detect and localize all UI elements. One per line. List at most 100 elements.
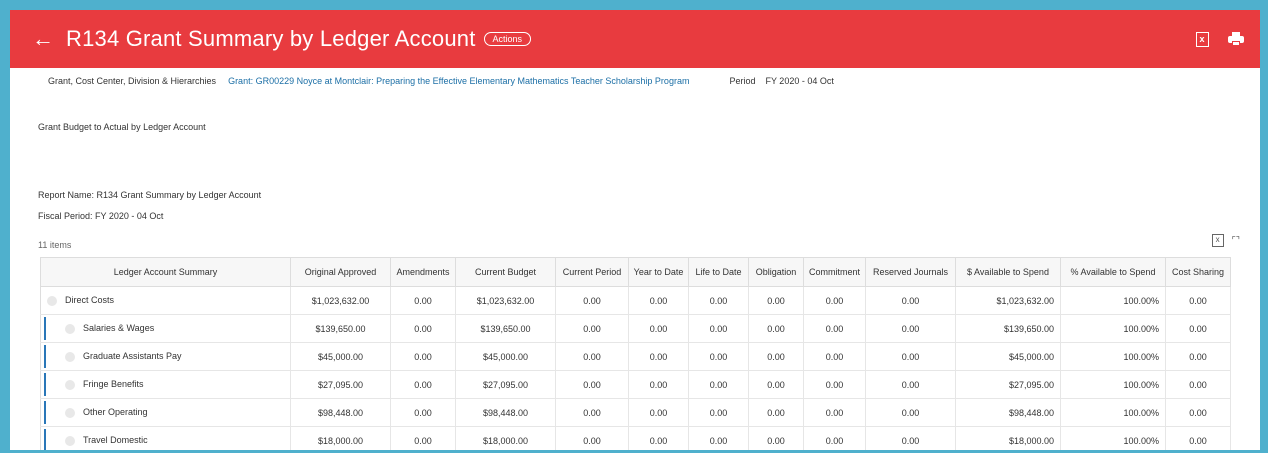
ltd-cell: 0.00 [688,314,749,343]
cost-sharing-cell: 0.00 [1165,426,1231,450]
column-header[interactable]: $ Available to Spend [955,257,1061,287]
expand-toggle-icon[interactable] [65,379,75,390]
current-budget-cell[interactable]: $98,448.00 [455,398,556,427]
reserved-cell[interactable]: 0.00 [865,342,956,371]
column-header[interactable]: % Available to Spend [1060,257,1166,287]
report-subtitle: Grant Budget to Actual by Ledger Account [38,122,206,132]
ledger-account-cell: Graduate Assistants Pay [40,342,291,371]
fullscreen-expand-icon[interactable]: ⌜⌝ [1232,235,1240,246]
amendments-cell: 0.00 [390,286,456,315]
table-row[interactable]: Travel Domestic $18,000.00 0.00 $18,000.00 0… [40,426,1231,450]
obligation-cell: 0.00 [748,342,804,371]
current-period-cell: 0.00 [555,426,629,450]
expand-toggle-icon[interactable] [65,407,75,418]
period-filter-value: FY 2020 - 04 Oct [765,76,834,86]
column-header[interactable]: Reserved Journals [865,257,956,287]
commitment-cell: 0.00 [803,398,866,427]
report-header: ← R134 Grant Summary by Ledger Account A… [10,10,1260,68]
pct-cell: 100.00% [1060,286,1166,315]
table-row[interactable]: Salaries & Wages $139,650.00 0.00 $139,650.… [40,314,1231,343]
reserved-cell[interactable]: 0.00 [865,286,956,315]
current-period-cell: 0.00 [555,342,629,371]
expand-toggle-icon[interactable] [47,295,57,306]
table-row[interactable]: Direct Costs $1,023,632.00 0.00 $1,023,632.… [40,286,1231,315]
back-arrow-icon[interactable]: ← [32,26,54,52]
commitment-cell: 0.00 [803,314,866,343]
table-row[interactable]: Fringe Benefits $27,095.00 0.00 $27,095.00 0… [40,370,1231,399]
current-budget-cell[interactable]: $139,650.00 [455,314,556,343]
avail-cell: $139,650.00 [955,314,1061,343]
ltd-cell: 0.00 [688,370,749,399]
ledger-account-name: Graduate Assistants Pay [83,351,182,362]
ledger-summary-table: Ledger Account Summary Original Approved A… [40,257,1231,450]
column-header[interactable]: Year to Date [628,257,689,287]
column-header[interactable]: Ledger Account Summary [40,257,291,287]
original-cell[interactable]: $18,000.00 [290,426,391,450]
ytd-cell: 0.00 [628,286,689,315]
obligation-cell: 0.00 [748,426,804,450]
ltd-cell: 0.00 [688,426,749,450]
column-header[interactable]: Amendments [390,257,456,287]
current-budget-cell[interactable]: $27,095.00 [455,370,556,399]
report-name: Report Name: R134 Grant Summary by Ledge… [38,190,262,200]
cost-sharing-cell: 0.00 [1165,370,1231,399]
original-cell[interactable]: $98,448.00 [290,398,391,427]
ledger-account-cell: Fringe Benefits [40,370,291,399]
original-cell[interactable]: $1,023,632.00 [290,286,391,315]
cost-sharing-cell: 0.00 [1165,286,1231,315]
amendments-cell: 0.00 [390,398,456,427]
printer-glyph [1228,32,1244,46]
obligation-cell: 0.00 [748,286,804,315]
expand-toggle-icon[interactable] [65,351,75,362]
ledger-account-name: Travel Domestic [83,435,148,446]
table-header-row: Ledger Account Summary Original Approved A… [40,257,1231,287]
current-period-cell: 0.00 [555,398,629,427]
column-header[interactable]: Original Approved [290,257,391,287]
reserved-cell[interactable]: 0.00 [865,314,956,343]
current-budget-cell[interactable]: $18,000.00 [455,426,556,450]
filter-bar: Grant, Cost Center, Division & Hierarchi… [10,68,1260,94]
printer-icon[interactable] [1226,29,1246,49]
ledger-account-cell: Salaries & Wages [40,314,291,343]
avail-cell: $27,095.00 [955,370,1061,399]
ledger-account-cell: Travel Domestic [40,426,291,450]
original-cell[interactable]: $27,095.00 [290,370,391,399]
current-period-cell: 0.00 [555,314,629,343]
current-budget-cell[interactable]: $45,000.00 [455,342,556,371]
pct-cell: 100.00% [1060,314,1166,343]
table-toolbar: x ⌜⌝ [1211,234,1240,247]
original-cell[interactable]: $139,650.00 [290,314,391,343]
grant-filter-value-link[interactable]: Grant: GR00229 Noyce at Montclair: Prepa… [228,76,689,86]
current-period-cell: 0.00 [555,286,629,315]
original-cell[interactable]: $45,000.00 [290,342,391,371]
commitment-cell: 0.00 [803,342,866,371]
ledger-account-name: Salaries & Wages [83,323,155,334]
commitment-cell: 0.00 [803,370,866,399]
ytd-cell: 0.00 [628,370,689,399]
ytd-cell: 0.00 [628,398,689,427]
cost-sharing-cell: 0.00 [1165,314,1231,343]
column-header[interactable]: Current Period [555,257,629,287]
actions-button[interactable]: Actions [483,32,532,46]
column-header[interactable]: Life to Date [688,257,749,287]
reserved-cell[interactable]: 0.00 [865,426,956,450]
current-period-cell: 0.00 [555,370,629,399]
expand-toggle-icon[interactable] [65,435,75,446]
column-header[interactable]: Current Budget [455,257,556,287]
table-row[interactable]: Graduate Assistants Pay $45,000.00 0.00 $45… [40,342,1231,371]
expand-toggle-icon[interactable] [65,323,75,334]
reserved-cell[interactable]: 0.00 [865,370,956,399]
amendments-cell: 0.00 [390,426,456,450]
current-budget-cell[interactable]: $1,023,632.00 [455,286,556,315]
column-header[interactable]: Obligation [748,257,804,287]
ltd-cell: 0.00 [688,286,749,315]
column-header[interactable]: Commitment [803,257,866,287]
table-row[interactable]: Other Operating $98,448.00 0.00 $98,448.00 0… [40,398,1231,427]
amendments-cell: 0.00 [390,370,456,399]
reserved-cell[interactable]: 0.00 [865,398,956,427]
ytd-cell: 0.00 [628,426,689,450]
column-header[interactable]: Cost Sharing [1165,257,1231,287]
excel-export-icon[interactable]: x [1192,29,1212,49]
pct-cell: 100.00% [1060,398,1166,427]
table-excel-export-icon[interactable]: x [1211,234,1224,247]
